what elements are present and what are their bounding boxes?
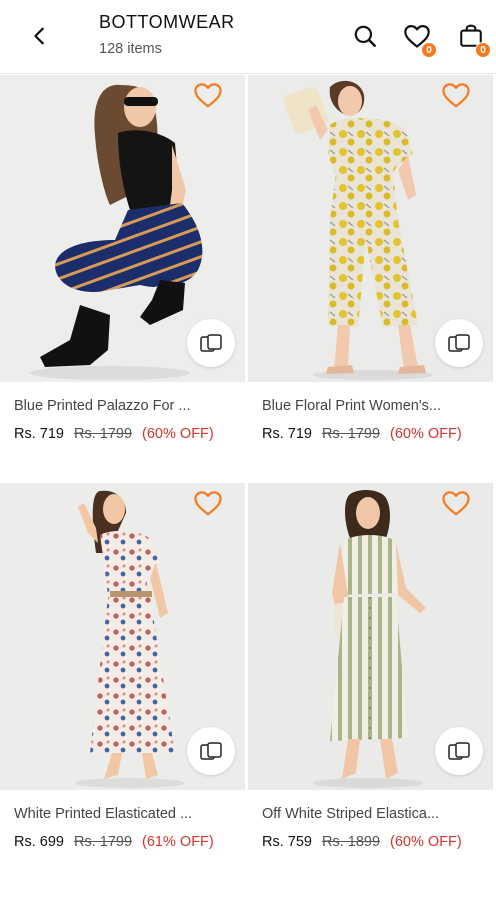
view-similar-button[interactable]	[187, 727, 235, 775]
discount-label: (61% OFF)	[142, 834, 214, 850]
chevron-left-icon	[34, 27, 44, 45]
product-name[interactable]: Blue Floral Print Women's...	[262, 398, 441, 414]
wishlist-button[interactable]: 0	[401, 20, 437, 58]
original-price: Rs. 1799	[73, 426, 133, 442]
discount-label: (60% OFF)	[142, 426, 214, 442]
product-name[interactable]: Off White Striped Elastica...	[262, 806, 439, 822]
view-similar-button[interactable]	[435, 727, 483, 775]
similar-products-icon	[448, 334, 470, 352]
similar-products-icon	[200, 334, 222, 352]
view-similar-button[interactable]	[187, 319, 235, 367]
wishlist-heart-icon[interactable]	[193, 81, 223, 109]
price-row: Rs. 719 Rs. 1799 (60% OFF)	[262, 426, 462, 442]
page-title: BOTTOMWEAR	[99, 12, 235, 32]
product-image[interactable]	[0, 483, 245, 790]
product-card[interactable]: Blue Printed Palazzo For ... Rs. 719 Rs.…	[0, 75, 245, 480]
sale-price: Rs. 759	[262, 834, 312, 850]
product-name[interactable]: Blue Printed Palazzo For ...	[14, 398, 191, 414]
sale-price: Rs. 699	[14, 834, 64, 850]
product-image[interactable]	[0, 75, 245, 382]
search-button[interactable]	[349, 20, 381, 52]
discount-label: (60% OFF)	[390, 426, 462, 442]
page-title-block: BOTTOMWEAR 128 items	[99, 12, 235, 57]
product-name[interactable]: White Printed Elasticated ...	[14, 806, 192, 822]
wishlist-heart-icon[interactable]	[193, 489, 223, 517]
bag-button[interactable]: 0	[455, 20, 491, 58]
top-app-bar: BOTTOMWEAR 128 items 0 0	[0, 0, 496, 74]
original-price: Rs. 1899	[321, 834, 381, 850]
bag-count-badge: 0	[475, 42, 491, 58]
similar-products-icon	[200, 742, 222, 760]
product-image[interactable]	[248, 483, 493, 790]
product-image[interactable]	[248, 75, 493, 382]
wishlist-heart-icon[interactable]	[441, 81, 471, 109]
wishlist-heart-icon[interactable]	[441, 489, 471, 517]
back-button[interactable]	[24, 20, 56, 52]
sale-price: Rs. 719	[14, 426, 64, 442]
search-icon	[354, 25, 376, 47]
wishlist-count-badge: 0	[421, 42, 437, 58]
product-card[interactable]: Off White Striped Elastica... Rs. 759 Rs…	[248, 483, 493, 888]
view-similar-button[interactable]	[435, 319, 483, 367]
product-card[interactable]: White Printed Elasticated ... Rs. 699 Rs…	[0, 483, 245, 888]
original-price: Rs. 1799	[321, 426, 381, 442]
product-card[interactable]: Blue Floral Print Women's... Rs. 719 Rs.…	[248, 75, 493, 480]
price-row: Rs. 719 Rs. 1799 (60% OFF)	[14, 426, 214, 442]
item-count: 128 items	[99, 41, 162, 57]
discount-label: (60% OFF)	[390, 834, 462, 850]
original-price: Rs. 1799	[73, 834, 133, 850]
price-row: Rs. 759 Rs. 1899 (60% OFF)	[262, 834, 462, 850]
sale-price: Rs. 719	[262, 426, 312, 442]
price-row: Rs. 699 Rs. 1799 (61% OFF)	[14, 834, 214, 850]
similar-products-icon	[448, 742, 470, 760]
